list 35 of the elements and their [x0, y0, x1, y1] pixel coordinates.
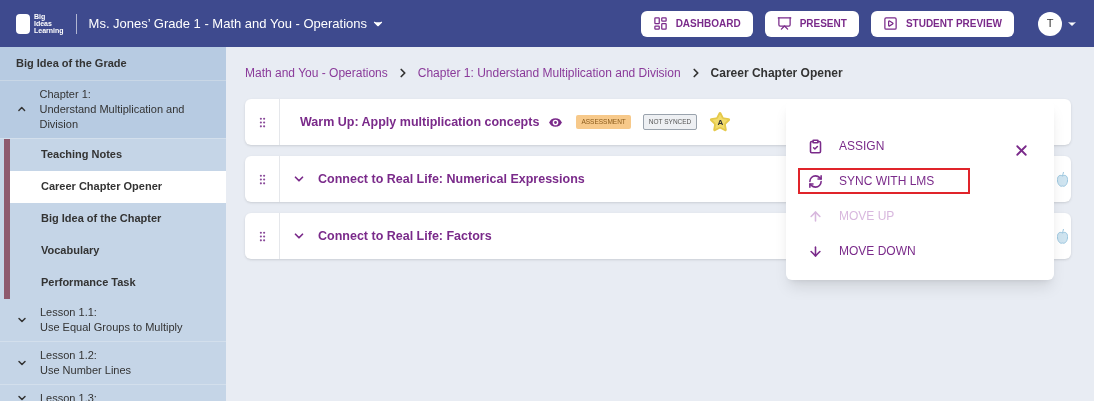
apple-icon: [1057, 171, 1068, 187]
avatar[interactable]: T: [1038, 11, 1062, 36]
menu-item[interactable]: ASSIGN: [798, 133, 970, 159]
group-subtitle: Use Number Lines: [40, 362, 132, 378]
sidebar-item[interactable]: Big Idea of the Grade: [0, 47, 226, 81]
header-button[interactable]: PRESENT: [764, 10, 859, 37]
arrow-down-icon: [808, 243, 823, 259]
breadcrumb[interactable]: Math and You - Operations: [245, 64, 388, 82]
course-selector[interactable]: Ms. Jones’ Grade 1 - Math and You - Operations: [88, 13, 385, 34]
breadcrumb[interactable]: Chapter 1: Understand Multiplication and Division: [417, 64, 681, 82]
sidebar-item[interactable]: Career Chapter Opener: [10, 170, 226, 203]
header-button[interactable]: STUDENT PREVIEW: [870, 10, 1014, 37]
logo-mark-icon: [16, 13, 30, 34]
menu-item[interactable]: SYNC WITH LMS: [798, 168, 970, 194]
clipboard-check-icon: [808, 138, 823, 154]
play-icon: [882, 16, 898, 31]
header-button[interactable]: DASHBOARD: [640, 10, 753, 37]
group-subtitle: Use Equal Groups to Multiply: [40, 319, 183, 335]
sidebar-group-header[interactable]: Chapter 1: Understand Multiplication and Division: [0, 80, 226, 139]
group-title: Lesson 1.3:: [40, 390, 97, 401]
apple-icon: [1057, 228, 1068, 244]
group-title: Lesson 1.2:: [40, 347, 98, 363]
star-badge: A: [709, 111, 732, 133]
dashboard-icon: [652, 16, 668, 31]
activity-title[interactable]: Connect to Real Life: Factors: [318, 226, 492, 246]
activity-title[interactable]: Warm Up: Apply multiplication concepts: [292, 112, 540, 132]
sync-icon: [808, 173, 823, 189]
group-title: Lesson 1.1:: [40, 304, 98, 320]
group-title: Chapter 1:: [39, 86, 92, 102]
close-icon[interactable]: [1013, 142, 1030, 159]
breadcrumb: Career Chapter Opener: [710, 65, 843, 82]
presenter-icon: [776, 16, 792, 31]
group-subtitle: Understand Multiplication and Division: [39, 101, 186, 132]
menu-item[interactable]: MOVE DOWN: [798, 238, 970, 264]
activity-title[interactable]: Connect to Real Life: Numerical Expressions: [318, 169, 585, 189]
